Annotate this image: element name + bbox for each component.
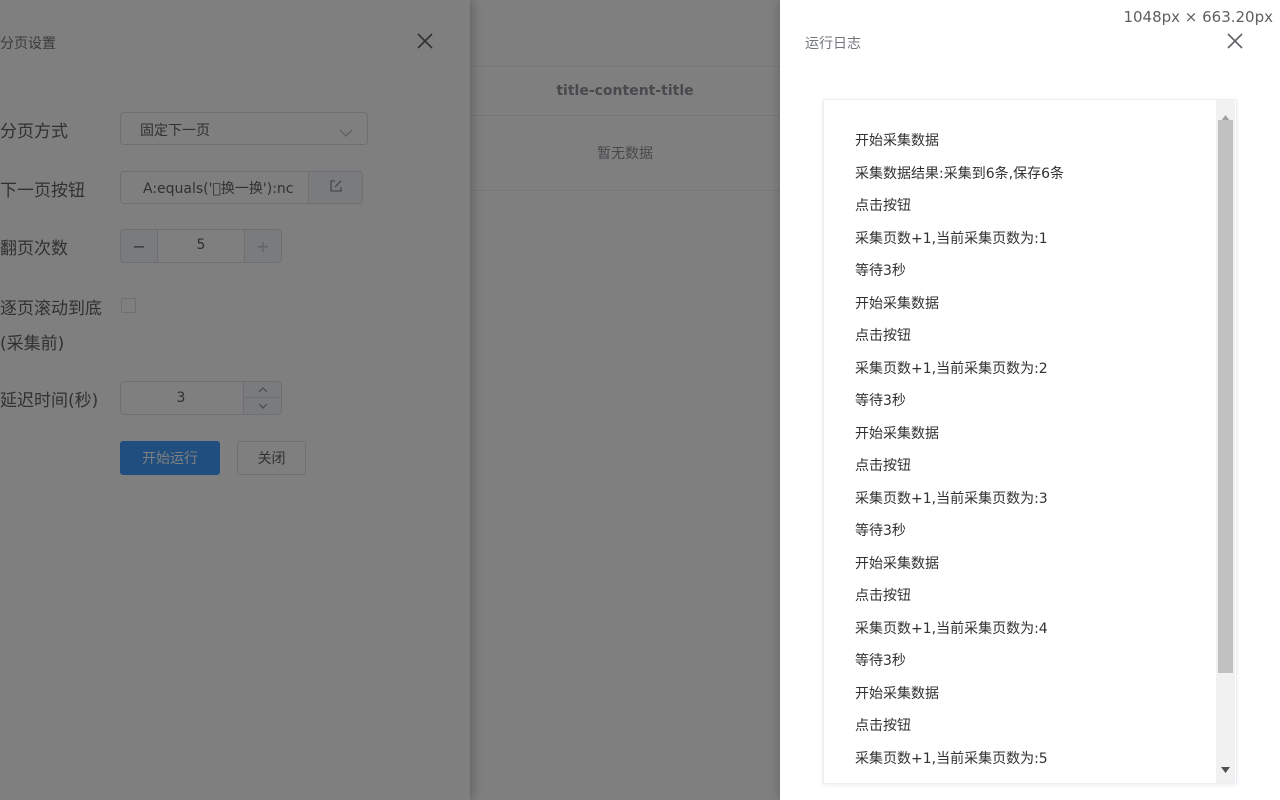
- log-entry: 点击按钮: [855, 198, 911, 214]
- log-entry: 点击按钮: [855, 458, 911, 474]
- close-icon[interactable]: [415, 31, 435, 51]
- close-icon[interactable]: [1225, 31, 1245, 51]
- page-count-value[interactable]: 5: [158, 237, 244, 253]
- next-button-selector-field[interactable]: [120, 171, 308, 204]
- log-title: 运行日志: [805, 36, 861, 52]
- paging-method-select[interactable]: 固定下一页: [120, 112, 368, 145]
- log-entry: 点击按钮: [855, 588, 911, 604]
- log-entry: 点击按钮: [855, 328, 911, 344]
- log-entry: 采集页数+1,当前采集页数为:5: [855, 750, 1048, 767]
- decrement-button[interactable]: −: [121, 230, 158, 262]
- log-entry: 采集页数+1,当前采集页数为:1: [855, 230, 1048, 247]
- log-entry: 采集数据结果:采集到6条,保存6条: [855, 165, 1064, 182]
- increment-button[interactable]: +: [244, 230, 281, 262]
- log-entry: 开始采集数据: [855, 425, 939, 442]
- log-entry: 开始采集数据: [855, 133, 939, 149]
- pagination-settings-drawer: 分页设置 分页方式 固定下一页 下一页按钮 翻页次数 − 5 + 逐页滚动到底 …: [0, 0, 470, 800]
- paging-method-label: 分页方式: [0, 122, 68, 142]
- log-entry: 开始采集数据: [855, 685, 939, 702]
- log-entry: 采集页数+1,当前采集页数为:3: [855, 490, 1048, 507]
- log-entry: 开始采集数据: [855, 295, 939, 312]
- log-list: 开始采集数据 采集数据结果:采集到6条,保存6条 点击按钮 采集页数+1,当前采集页数…: [855, 129, 1064, 779]
- scroll-to-bottom-sublabel: (采集前): [0, 334, 65, 354]
- run-log-drawer: 运行日志 1048px × 663.20px 开始采集数据采集数据结果:采集到6…: [780, 0, 1280, 800]
- log-entry: 开始采集数据: [855, 555, 939, 572]
- log-entry: 等待3秒: [855, 523, 906, 539]
- close-button[interactable]: 关闭: [237, 441, 306, 475]
- next-button-label: 下一页按钮: [0, 181, 85, 201]
- delay-spinner: [243, 382, 281, 414]
- log-entry: 等待3秒: [855, 393, 906, 409]
- start-run-button[interactable]: 开始运行: [120, 441, 220, 475]
- chevron-down-icon: [339, 123, 353, 142]
- paging-method-value: 固定下一页: [140, 123, 210, 139]
- chevron-down-icon[interactable]: [244, 398, 281, 414]
- dimension-readout: 1048px × 663.20px: [1123, 8, 1273, 26]
- delay-label: 延迟时间(秒): [0, 391, 99, 411]
- edit-selector-button[interactable]: [308, 171, 363, 204]
- log-entry: 采集页数+1,当前采集页数为:4: [855, 620, 1048, 637]
- chevron-up-icon[interactable]: [244, 382, 281, 398]
- edit-icon: [329, 178, 343, 197]
- scroll-down-icon[interactable]: [1221, 758, 1230, 777]
- settings-title: 分页设置: [0, 36, 56, 52]
- next-button-selector-input[interactable]: [121, 172, 308, 203]
- log-entry: 等待3秒: [855, 653, 906, 669]
- log-entry: 采集页数+1,当前采集页数为:2: [855, 360, 1048, 377]
- scrollbar[interactable]: [1216, 100, 1235, 783]
- delay-seconds-input[interactable]: 3: [120, 381, 282, 415]
- page-count-stepper[interactable]: − 5 +: [120, 229, 282, 263]
- scrollbar-thumb[interactable]: [1218, 120, 1233, 673]
- log-entry: 点击按钮: [855, 718, 911, 734]
- log-output[interactable]: 开始采集数据 采集数据结果:采集到6条,保存6条 点击按钮 采集页数+1,当前采集页数…: [823, 99, 1237, 784]
- log-entry: 等待3秒: [855, 263, 906, 279]
- delay-value[interactable]: 3: [121, 390, 241, 406]
- scroll-to-bottom-checkbox[interactable]: [121, 298, 136, 313]
- page-count-label: 翻页次数: [0, 239, 68, 259]
- scroll-to-bottom-label: 逐页滚动到底: [0, 299, 102, 319]
